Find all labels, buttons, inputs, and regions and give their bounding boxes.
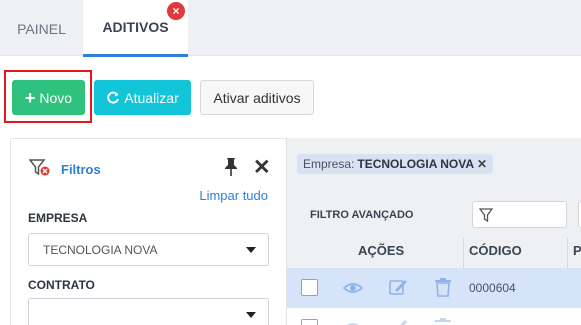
row-checkbox[interactable] — [301, 319, 318, 325]
row-code: 0000604 — [469, 281, 516, 295]
empresa-label: EMPRESA — [28, 211, 88, 225]
table-row[interactable] — [287, 308, 581, 325]
contrato-label: CONTRATO — [28, 278, 95, 292]
chip-value: TECNOLOGIA NOVA — [357, 157, 475, 171]
novo-label: Novo — [39, 89, 73, 106]
contrato-select[interactable] — [28, 298, 269, 325]
tab-painel[interactable]: PAINEL — [0, 0, 83, 57]
atualizar-button[interactable]: Atualizar — [94, 80, 191, 115]
ativar-aditivos-button[interactable]: Ativar aditivos — [200, 80, 314, 115]
tab-painel-label: PAINEL — [17, 20, 66, 37]
tab-bar: PAINEL ADITIVOS × — [0, 0, 581, 57]
col-p-header[interactable]: P — [573, 243, 581, 258]
filter-panel: Filtros ✕ Limpar tudo EMPRESA TECNOLOGIA… — [10, 138, 287, 325]
eye-icon[interactable] — [343, 318, 363, 325]
grid-area: Empresa: TECNOLOGIA NOVA ✕ FILTRO AVANÇA… — [287, 138, 581, 325]
empresa-value: TECNOLOGIA NOVA — [43, 242, 158, 257]
row-checkbox[interactable] — [301, 279, 318, 296]
filter-icon — [479, 208, 493, 222]
filters-title: Filtros — [61, 162, 101, 177]
atualizar-label: Atualizar — [124, 89, 179, 106]
col-codigo-header[interactable]: CÓDIGO — [469, 243, 522, 258]
tab-aditivos[interactable]: ADITIVOS × — [83, 0, 188, 57]
advanced-filter-input[interactable] — [472, 201, 567, 228]
filter-icon — [29, 159, 50, 176]
empresa-select[interactable]: TECNOLOGIA NOVA — [28, 233, 269, 266]
chip-close-icon[interactable]: ✕ — [477, 157, 487, 171]
clear-filters-link[interactable]: Limpar tudo — [199, 188, 268, 203]
edit-icon[interactable] — [388, 317, 408, 325]
trash-icon[interactable] — [433, 277, 453, 297]
advanced-filter-label: FILTRO AVANÇADO — [310, 209, 414, 221]
col-acoes-header[interactable]: AÇÕES — [358, 243, 404, 258]
refresh-icon — [107, 91, 120, 103]
active-filter-chip: Empresa: TECNOLOGIA NOVA ✕ — [297, 154, 494, 174]
table-row[interactable]: 0000604 — [287, 268, 581, 308]
plus-icon: + — [24, 87, 36, 108]
tab-aditivos-label: ADITIVOS — [102, 19, 169, 35]
edit-icon[interactable] — [388, 277, 408, 297]
chevron-down-icon — [246, 312, 256, 318]
ativar-label: Ativar aditivos — [213, 89, 301, 106]
pin-icon[interactable] — [223, 157, 239, 177]
trash-icon[interactable] — [433, 317, 453, 325]
tab-close-icon[interactable]: × — [167, 2, 185, 20]
close-panel-icon[interactable]: ✕ — [253, 155, 271, 180]
chevron-down-icon — [246, 247, 256, 253]
eye-icon[interactable] — [343, 278, 363, 298]
novo-button[interactable]: + Novo — [12, 80, 85, 115]
chip-prefix: Empresa: — [303, 157, 355, 171]
